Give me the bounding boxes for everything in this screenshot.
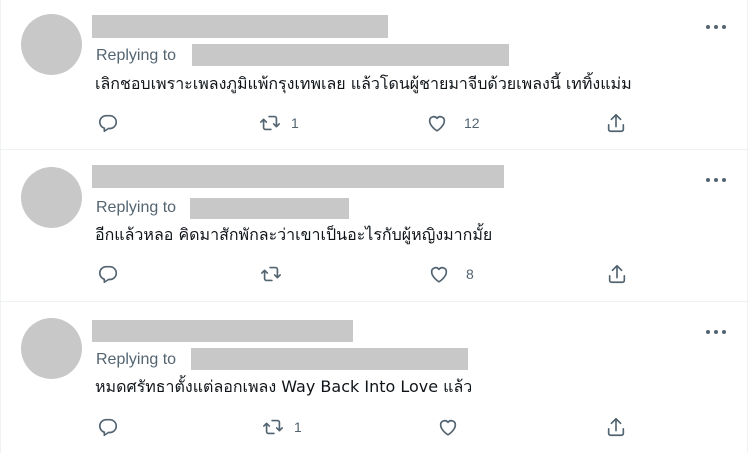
avatar[interactable]	[21, 318, 82, 379]
heart-icon	[428, 263, 450, 285]
reply-tweet-1[interactable]: Replying to เลิกชอบเพราะเพลงภูมิแพ้กรุงเ…	[1, 0, 749, 150]
redacted-reply-handle[interactable]	[190, 198, 349, 219]
retweet-button[interactable]: 1	[259, 112, 299, 134]
reply-tweet-2[interactable]: Replying to อีกแล้วหลอ คิดมาสักพักละว่าเ…	[1, 151, 749, 302]
like-button[interactable]	[437, 416, 475, 438]
reply-button[interactable]	[97, 263, 119, 285]
tweet-text: เลิกชอบเพราะเพลงภูมิแพ้กรุงเทพเลย แล้วโด…	[95, 74, 632, 93]
more-options-icon[interactable]	[706, 324, 726, 340]
redacted-display-name[interactable]	[92, 320, 353, 342]
retweet-button[interactable]: 1	[262, 416, 302, 438]
share-button[interactable]	[605, 416, 627, 438]
reply-button[interactable]	[97, 416, 119, 438]
share-icon	[605, 112, 627, 134]
replies-timeline: Replying to เลิกชอบเพราะเพลงภูมิแพ้กรุงเ…	[0, 0, 749, 453]
reply-icon	[97, 263, 119, 285]
retweet-icon	[262, 416, 284, 438]
share-button[interactable]	[606, 263, 628, 285]
retweet-count: 1	[291, 115, 299, 131]
reply-icon	[97, 112, 119, 134]
avatar[interactable]	[21, 14, 82, 75]
retweet-icon	[260, 263, 282, 285]
avatar[interactable]	[21, 167, 82, 228]
redacted-display-name[interactable]	[92, 165, 504, 188]
redacted-reply-handle[interactable]	[191, 348, 468, 370]
heart-icon	[426, 112, 448, 134]
redacted-reply-handle[interactable]	[192, 44, 509, 66]
reply-icon	[97, 416, 119, 438]
replying-to-label: Replying to	[96, 47, 177, 64]
like-button[interactable]: 12	[426, 112, 480, 134]
more-options-icon[interactable]	[706, 172, 726, 188]
redacted-display-name[interactable]	[92, 15, 388, 38]
reply-button[interactable]	[97, 112, 119, 134]
heart-icon	[437, 416, 459, 438]
more-options-icon[interactable]	[706, 19, 726, 35]
tweet-text: หมดศรัทธาตั้งแต่ลอกเพลง Way Back Into Lo…	[95, 377, 473, 396]
reply-tweet-3[interactable]: Replying to หมดศรัทธาตั้งแต่ลอกเพลง Way …	[1, 303, 749, 453]
share-icon	[606, 263, 628, 285]
like-count: 12	[464, 115, 480, 131]
share-button[interactable]	[605, 112, 627, 134]
retweet-count: 1	[294, 419, 302, 435]
like-button[interactable]: 8	[428, 263, 474, 285]
replying-to-label: Replying to	[96, 351, 177, 368]
replying-to-label: Replying to	[96, 199, 177, 216]
retweet-button[interactable]	[260, 263, 292, 285]
share-icon	[605, 416, 627, 438]
like-count: 8	[466, 266, 474, 282]
tweet-text: อีกแล้วหลอ คิดมาสักพักละว่าเขาเป็นอะไรกั…	[95, 225, 493, 244]
retweet-icon	[259, 112, 281, 134]
